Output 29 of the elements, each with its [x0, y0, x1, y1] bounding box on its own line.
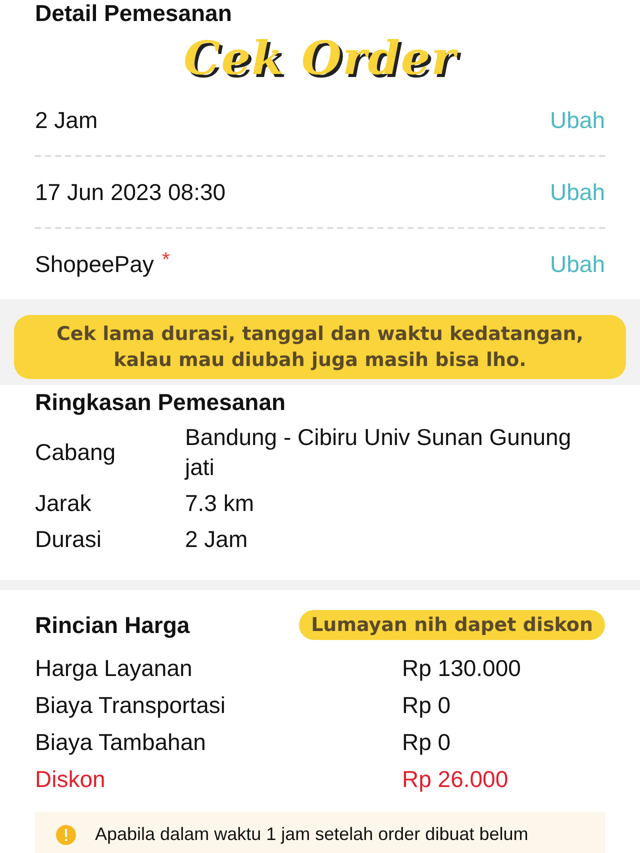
row-value: 2 Jam [35, 106, 98, 134]
change-link[interactable]: Ubah [550, 178, 605, 206]
price-value: Rp 0 [402, 691, 452, 720]
summary-label: Durasi [35, 525, 102, 554]
section-title: Rincian Harga [35, 612, 190, 638]
row-value: ShopeePay [35, 250, 154, 276]
change-link[interactable]: Ubah [550, 250, 605, 278]
summary-label: Cabang [35, 438, 117, 467]
notice-text: Apabila dalam waktu 1 jam setelah order dibuat belum [95, 824, 528, 845]
summary-value: Bandung - Cibiru Univ Sunan Gunung jati [185, 423, 572, 482]
summary-label: Jarak [35, 489, 92, 518]
summary-value: 7.3 km [185, 489, 256, 518]
price-value: Rp 26.000 [402, 765, 510, 794]
summary-value: 2 Jam [185, 525, 249, 554]
caption-bubble: Cek lama durasi, tanggal dan waktu kedatangan, kalau mau diubah juga masih bisa lho. [14, 315, 626, 379]
overlay-title: Cek Order [184, 31, 456, 85]
caption-bubble: Lumayan nih dapet diskon [299, 610, 605, 640]
price-label: Diskon [35, 765, 106, 794]
price-label: Harga Layanan [35, 654, 194, 683]
change-link[interactable]: Ubah [550, 106, 605, 134]
section-title: Ringkasan Pemesanan [35, 389, 287, 416]
row-value: 17 Jun 2023 08:30 [35, 178, 226, 206]
section-title: Detail Pemesanan [35, 0, 233, 27]
price-label: Biaya Tambahan [35, 728, 207, 757]
warning-icon [55, 824, 77, 846]
price-value: Rp 0 [402, 728, 452, 757]
price-value: Rp 130.000 [402, 654, 522, 683]
required-mark: * [162, 248, 170, 270]
price-label: Biaya Transportasi [35, 691, 226, 720]
